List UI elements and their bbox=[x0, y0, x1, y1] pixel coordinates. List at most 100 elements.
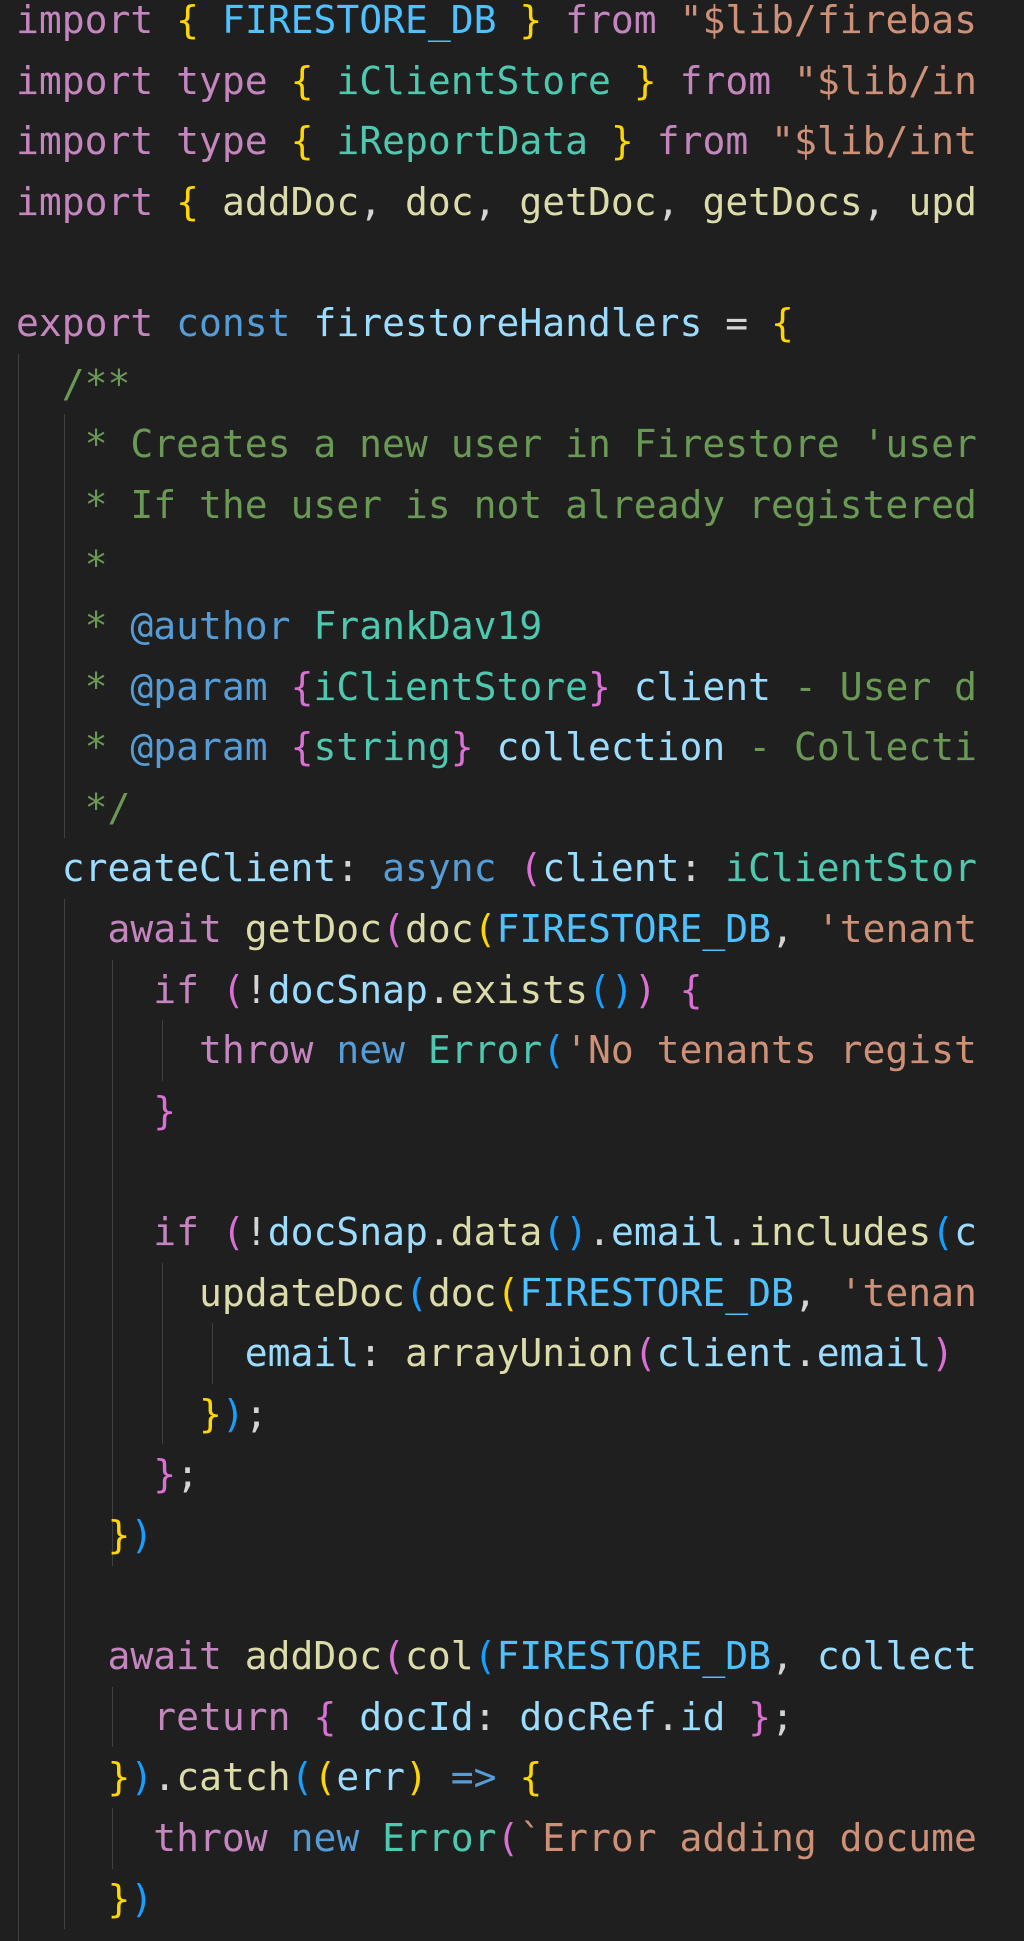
code-token: } bbox=[107, 1513, 131, 1557]
code-token: , bbox=[771, 907, 817, 951]
code-token: , bbox=[359, 179, 405, 224]
code-token: } bbox=[153, 1088, 177, 1133]
code-token: { bbox=[313, 1694, 337, 1739]
code-token: export bbox=[16, 301, 154, 345]
code-line: import type { iClientStore } from "$lib/… bbox=[16, 51, 977, 111]
code-token: { bbox=[290, 58, 314, 103]
code-token: { bbox=[519, 1755, 543, 1800]
code-line: return { docId: docRef.id }; bbox=[16, 1687, 794, 1747]
code-line: }) bbox=[16, 1869, 154, 1929]
code-token: } bbox=[62, 1937, 85, 1941]
code-token: } bbox=[450, 725, 474, 770]
code-token: { bbox=[290, 725, 314, 770]
code-token: @param bbox=[130, 725, 268, 770]
code-token: : bbox=[336, 846, 383, 891]
code-token: 'tenan bbox=[839, 1270, 977, 1315]
code-token: includes bbox=[748, 1210, 932, 1254]
code-token: ( bbox=[931, 1210, 955, 1254]
code-token: doc bbox=[404, 907, 474, 951]
code-token: client bbox=[542, 846, 680, 891]
code-line: throw new Error('No tenants regist bbox=[16, 1020, 977, 1080]
code-token: ! bbox=[244, 967, 268, 1012]
code-token: ( bbox=[542, 1028, 566, 1073]
code-token: Error bbox=[382, 1816, 497, 1860]
code-token: . bbox=[793, 1331, 817, 1376]
code-token: email bbox=[610, 1210, 726, 1254]
code-token: client bbox=[656, 1331, 794, 1376]
code-token: email bbox=[244, 1331, 360, 1376]
code-token: type bbox=[176, 58, 268, 103]
code-token: import bbox=[16, 58, 154, 103]
code-token: } bbox=[633, 58, 657, 103]
code-token: catch bbox=[176, 1755, 291, 1800]
code-line: if (!docSnap.exists()) { bbox=[16, 960, 702, 1020]
code-token: await bbox=[107, 907, 222, 951]
code-token: firestoreHandlers bbox=[313, 301, 703, 345]
code-token: ( bbox=[404, 1270, 428, 1315]
code-editor[interactable]: import { FIRESTORE_DB } from "$lib/fireb… bbox=[0, 0, 1024, 1941]
code-token: () bbox=[542, 1210, 589, 1254]
code-token: addDoc bbox=[221, 179, 360, 224]
code-token: FIRESTORE_DB bbox=[496, 907, 772, 951]
code-token: iReportData bbox=[336, 119, 589, 164]
code-token: 'No tenants regist bbox=[565, 1028, 977, 1073]
code-line: import { addDoc, doc, getDoc, getDocs, u… bbox=[16, 172, 977, 232]
code-line: import type { iReportData } from "$lib/i… bbox=[16, 111, 977, 171]
code-line: } bbox=[16, 1081, 176, 1141]
code-token: ( bbox=[473, 1634, 497, 1679]
code-token: new bbox=[336, 1028, 405, 1073]
code-token: ( bbox=[496, 1270, 520, 1315]
code-token: ) bbox=[130, 1755, 154, 1800]
code-token: ( bbox=[633, 1331, 657, 1376]
code-line: await addDoc(col(FIRESTORE_DB, collect bbox=[16, 1626, 977, 1686]
code-token: /** bbox=[61, 361, 131, 406]
code-token: * bbox=[84, 604, 131, 648]
code-token: ( bbox=[313, 1755, 337, 1800]
code-line: * Creates a new user in Firestore 'user bbox=[16, 414, 977, 474]
code-line: /** bbox=[16, 354, 131, 414]
code-token: FIRESTORE_DB bbox=[221, 0, 497, 42]
code-token: collect bbox=[816, 1634, 977, 1679]
code-token: - User d bbox=[771, 664, 977, 709]
code-token: , bbox=[862, 179, 909, 224]
code-token: { bbox=[679, 967, 703, 1012]
code-token: ; bbox=[771, 1694, 794, 1739]
code-line: * @param {iClientStore} client - User d bbox=[16, 657, 977, 717]
code-token: string bbox=[313, 725, 451, 770]
code-token: col bbox=[404, 1634, 474, 1679]
code-token: } bbox=[107, 1755, 131, 1800]
code-token: */ bbox=[84, 785, 131, 830]
code-token: arrayUnion bbox=[404, 1331, 634, 1376]
code-token: { bbox=[290, 664, 314, 709]
code-token: ) bbox=[221, 1391, 245, 1436]
code-token: * bbox=[84, 725, 131, 770]
code-token: => bbox=[450, 1755, 497, 1800]
code-line: * @param {string} collection - Collecti bbox=[16, 717, 977, 777]
code-token: @author bbox=[130, 604, 291, 648]
code-token: doc bbox=[427, 1270, 497, 1315]
code-token: iClientStore bbox=[336, 58, 611, 103]
code-token: exists bbox=[450, 967, 589, 1012]
code-line: * bbox=[16, 535, 108, 595]
code-token: ( bbox=[496, 1816, 520, 1860]
